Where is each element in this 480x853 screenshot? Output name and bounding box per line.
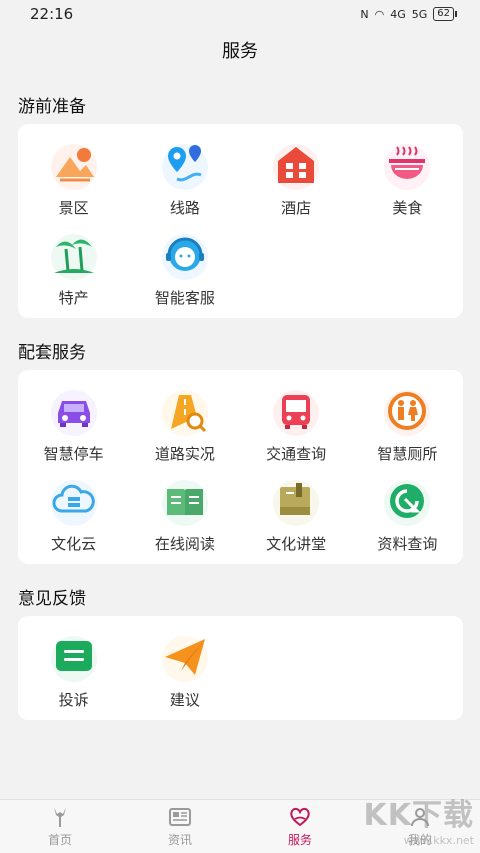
tab-service[interactable]: 服务 <box>240 800 360 853</box>
service-complaint[interactable]: 投诉 <box>18 630 129 712</box>
service-culture-cloud[interactable]: 文化云 <box>18 474 129 556</box>
service-lecture[interactable]: 文化讲堂 <box>241 474 352 556</box>
status-bar: 22:16 N ◠ 4G 5G 62 <box>0 0 480 28</box>
service-label: 线路 <box>169 199 200 217</box>
open-book-icon <box>158 474 212 528</box>
service-restroom[interactable]: 智慧厕所 <box>352 384 463 466</box>
service-label: 智慧厕所 <box>377 445 438 463</box>
section-title-prep: 游前准备 <box>18 97 86 117</box>
service-archive[interactable]: 资料查询 <box>352 474 463 556</box>
service-specialty[interactable]: 特产 <box>18 228 129 310</box>
tab-label: 首页 <box>47 833 72 847</box>
service-hotel[interactable]: 酒店 <box>241 138 352 220</box>
status-icons: N ◠ 4G 5G 62 <box>360 7 457 21</box>
service-card-prep: 景区 线路 酒店 美食 特产 智能客服 <box>18 124 463 318</box>
service-heart-icon <box>290 807 310 827</box>
service-label: 在线阅读 <box>154 535 215 553</box>
service-road[interactable]: 道路实况 <box>129 384 240 466</box>
paper-plane-icon <box>158 630 212 684</box>
service-label: 酒店 <box>281 199 312 217</box>
cloud-server-icon <box>47 474 101 528</box>
signal-5g-icon: 5G <box>411 7 428 21</box>
service-label: 投诉 <box>58 691 89 709</box>
service-reading[interactable]: 在线阅读 <box>129 474 240 556</box>
palm-tree-icon <box>47 228 101 282</box>
service-label: 文化讲堂 <box>266 535 327 553</box>
service-parking[interactable]: 智慧停车 <box>18 384 129 466</box>
tab-home[interactable]: 首页 <box>0 800 120 853</box>
signal-4g-icon: 4G <box>390 7 406 21</box>
status-time: 22:16 <box>30 5 74 23</box>
headset-icon <box>158 228 212 282</box>
service-label: 道路实况 <box>154 445 215 463</box>
food-bowl-icon <box>380 138 434 192</box>
service-label: 文化云 <box>51 535 97 553</box>
service-label: 智慧停车 <box>43 445 104 463</box>
service-label: 美食 <box>392 199 423 217</box>
route-pin-icon <box>158 138 212 192</box>
restroom-icon <box>380 384 434 438</box>
hotel-icon <box>269 138 323 192</box>
news-icon <box>169 808 191 826</box>
page-title: 服务 <box>222 41 258 62</box>
service-label: 景区 <box>58 199 89 217</box>
tab-label: 服务 <box>287 833 312 847</box>
road-search-icon <box>158 384 212 438</box>
wifi-icon: ◠ <box>374 7 385 21</box>
mountain-icon <box>47 138 101 192</box>
service-food[interactable]: 美食 <box>352 138 463 220</box>
message-icon <box>47 630 101 684</box>
section-title-feedback: 意见反馈 <box>18 589 86 609</box>
tab-news[interactable]: 资讯 <box>120 800 240 853</box>
books-stack-icon <box>269 474 323 528</box>
service-card-services: 智慧停车 道路实况 交通查询 智慧厕所 文化云 在线阅读 文化讲堂 资料查询 <box>18 370 463 564</box>
tab-label: 资讯 <box>167 833 192 847</box>
service-transit[interactable]: 交通查询 <box>241 384 352 466</box>
service-label: 特产 <box>58 289 89 307</box>
bus-icon <box>269 384 323 438</box>
car-icon <box>47 384 101 438</box>
battery-icon: 62 <box>433 7 457 21</box>
service-suggestion[interactable]: 建议 <box>129 630 240 712</box>
watermark-logo: KK下载 www.kkx.net <box>364 790 475 847</box>
service-label: 交通查询 <box>266 445 327 463</box>
home-deer-icon <box>54 807 66 827</box>
refresh-search-icon <box>380 474 434 528</box>
service-card-feedback: 投诉 建议 <box>18 616 463 720</box>
service-support[interactable]: 智能客服 <box>129 228 240 310</box>
service-label: 建议 <box>169 691 200 709</box>
watermark-text: KK下载 <box>363 798 474 833</box>
service-route[interactable]: 线路 <box>129 138 240 220</box>
service-label: 智能客服 <box>154 289 215 307</box>
watermark-url: www.kkx.net <box>403 834 474 847</box>
nfc-icon: N <box>360 7 369 21</box>
section-title-services: 配套服务 <box>18 343 86 363</box>
service-scenic[interactable]: 景区 <box>18 138 129 220</box>
service-label: 资料查询 <box>377 535 438 553</box>
